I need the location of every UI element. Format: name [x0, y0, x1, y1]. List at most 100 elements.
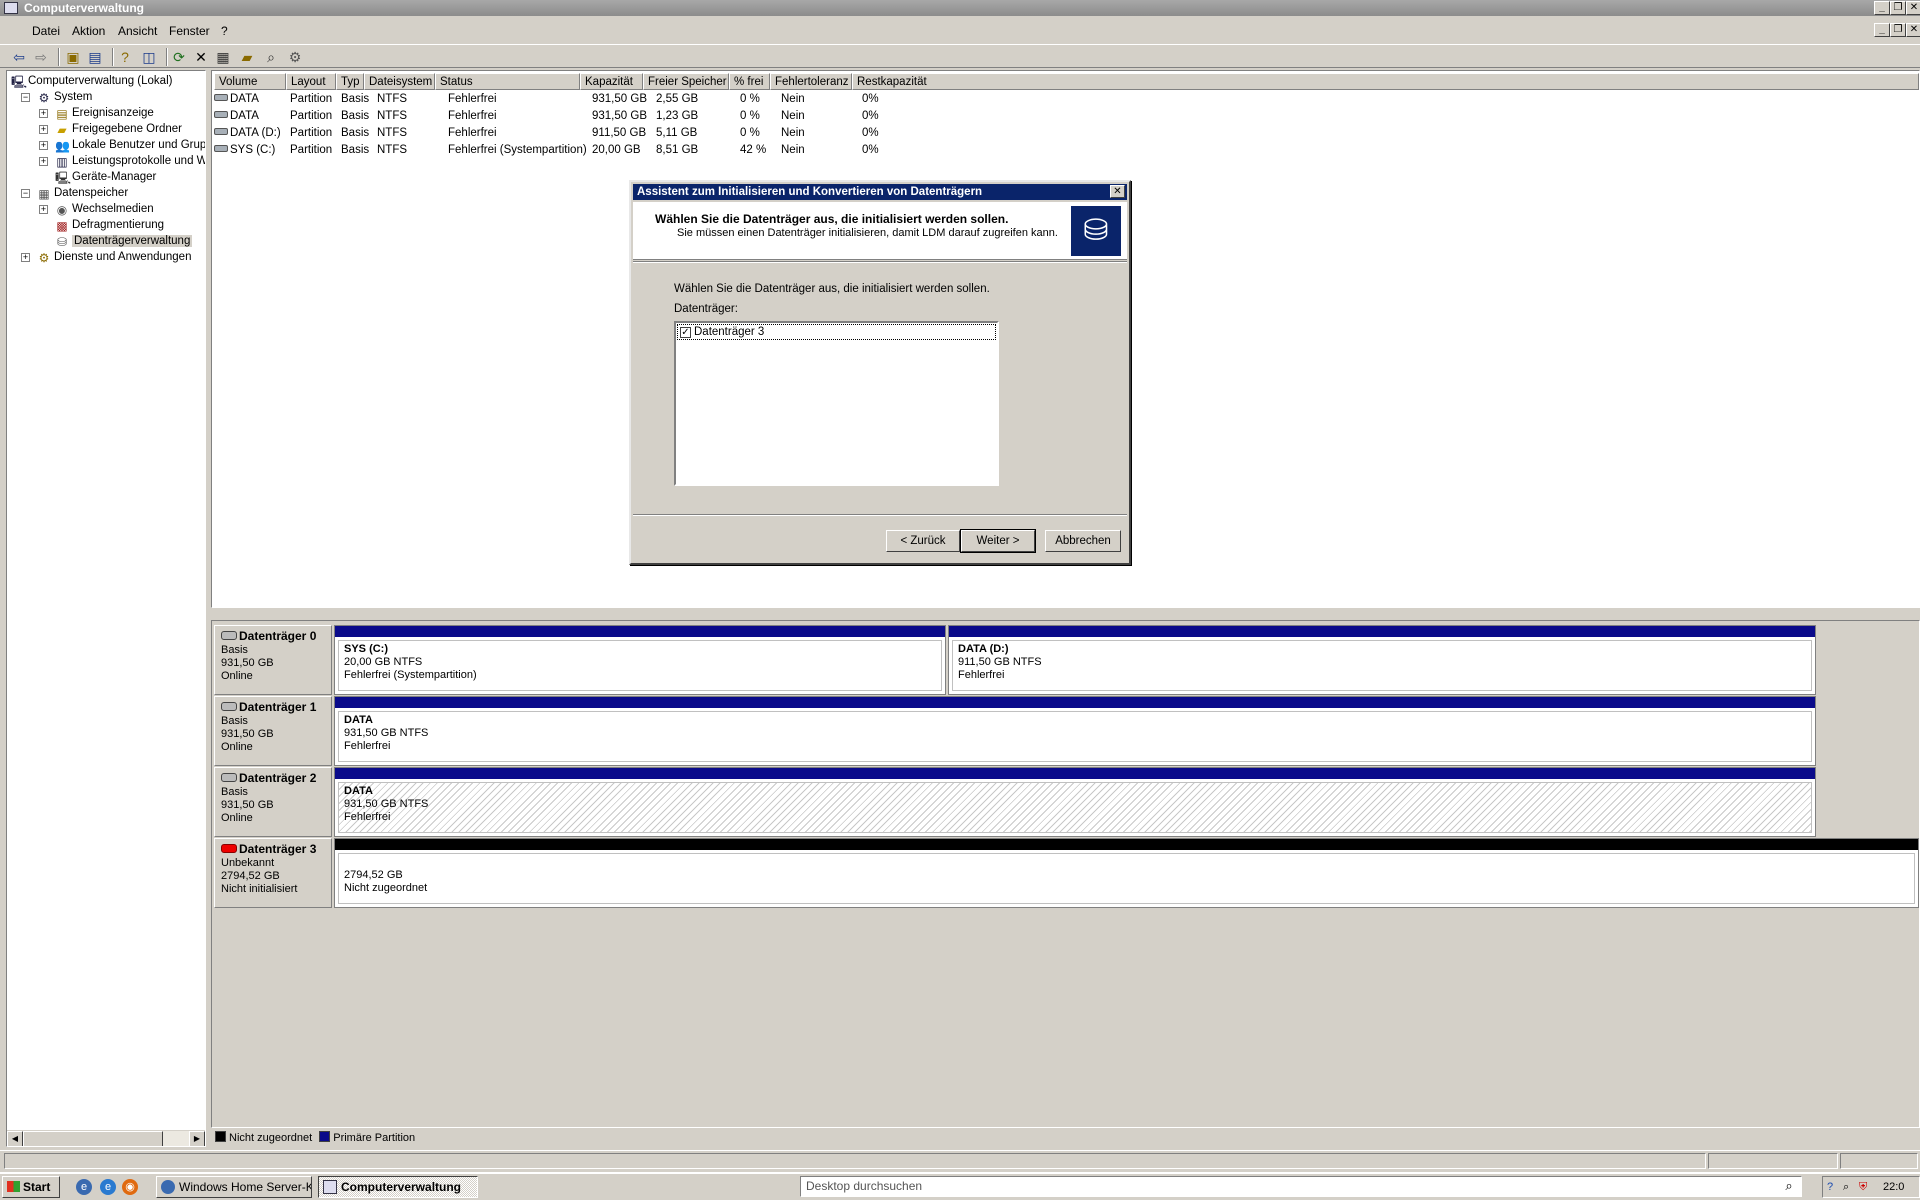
- cancel-button[interactable]: Abbrechen: [1045, 530, 1121, 552]
- column-header-kapazitaet[interactable]: Kapazität: [580, 73, 643, 90]
- help-icon[interactable]: ?: [116, 48, 134, 66]
- help-tray-icon[interactable]: ?: [1827, 1177, 1833, 1197]
- menu-fenster[interactable]: Fenster: [169, 24, 210, 38]
- partition-sys-c[interactable]: SYS (C:) 20,00 GB NTFS Fehlerfrei (Syste…: [334, 625, 946, 695]
- primary-partition-bar: [335, 768, 1815, 779]
- mdi-minimize-button[interactable]: _: [1874, 23, 1890, 37]
- start-button[interactable]: Start: [2, 1176, 60, 1198]
- partition-data-d[interactable]: DATA (D:) 911,50 GB NTFS Fehlerfrei: [948, 625, 1816, 695]
- show-tree-icon[interactable]: ▤: [86, 48, 104, 66]
- tree-item-system[interactable]: − ⚙ System: [21, 89, 92, 105]
- tree-item-defragmentierung[interactable]: ▩ Defragmentierung: [55, 217, 164, 233]
- column-header-freier-speicher[interactable]: Freier Speicher: [643, 73, 729, 90]
- search-tray-icon[interactable]: ⌕: [1843, 1177, 1849, 1197]
- task-button-home-server[interactable]: Windows Home Server-K...: [156, 1176, 312, 1198]
- restore-button[interactable]: ❐: [1890, 1, 1906, 15]
- disk-3-checkbox[interactable]: ✓: [680, 327, 691, 338]
- back-arrow-icon[interactable]: ⇦: [10, 48, 28, 66]
- clock[interactable]: 22:0: [1883, 1177, 1904, 1197]
- tree-item-freigegebene-ordner[interactable]: + ▰ Freigegebene Ordner: [39, 121, 182, 137]
- volume-row[interactable]: DATA Partition Basis NTFS Fehlerfrei 931…: [212, 108, 1212, 125]
- properties-pane-icon[interactable]: ◫: [140, 48, 158, 66]
- minimize-button[interactable]: _: [1874, 1, 1890, 15]
- menu-help[interactable]: ?: [221, 24, 228, 38]
- window-title-bar[interactable]: Computerverwaltung _ ❐ ✕: [0, 0, 1920, 16]
- tree-item-leistungsprotokolle[interactable]: + ▥ Leistungsprotokolle und War: [39, 153, 205, 169]
- scroll-right-icon[interactable]: ▶: [189, 1131, 205, 1146]
- properties-icon[interactable]: ▦: [214, 48, 232, 66]
- quicklaunch-ie-icon[interactable]: e: [76, 1179, 92, 1195]
- disk-label-1[interactable]: Datenträger 1 Basis 931,50 GB Online: [214, 696, 332, 766]
- alert-tray-icon[interactable]: ⛨: [1859, 1177, 1867, 1197]
- tree-item-geraete-manager[interactable]: 🖳Geräte-Manager: [55, 169, 156, 185]
- mdi-restore-button[interactable]: ❐: [1890, 23, 1906, 37]
- dialog-title-bar[interactable]: Assistent zum Initialisieren und Konvert…: [633, 184, 1127, 200]
- mdi-close-button[interactable]: ✕: [1906, 23, 1920, 37]
- search-icon[interactable]: ⌕: [1780, 1178, 1798, 1194]
- divider: [633, 261, 1127, 263]
- tree-item-datentraegerverwaltung[interactable]: ⛁ Datenträgerverwaltung: [55, 233, 193, 249]
- search-icon[interactable]: ⌕: [262, 48, 280, 66]
- quicklaunch-firefox-icon[interactable]: ◉: [122, 1179, 138, 1195]
- volume-row[interactable]: DATA Partition Basis NTFS Fehlerfrei 931…: [212, 91, 1212, 108]
- menu-ansicht[interactable]: Ansicht: [118, 24, 157, 38]
- column-header-restkapazitaet[interactable]: Restkapazität: [852, 73, 1919, 90]
- expand-icon[interactable]: +: [39, 125, 48, 134]
- fehlertoleranz-cell: Nein: [781, 110, 805, 122]
- menu-datei[interactable]: Datei: [32, 24, 60, 38]
- quicklaunch-browser-icon[interactable]: e: [100, 1179, 116, 1195]
- task-button-computerverwaltung[interactable]: Computerverwaltung: [318, 1176, 478, 1198]
- expand-icon[interactable]: +: [39, 109, 48, 118]
- primary-partition-bar: [335, 697, 1815, 708]
- column-header-dateisystem[interactable]: Dateisystem: [364, 73, 435, 90]
- tree-item-lokale-benutzer[interactable]: + 👥 Lokale Benutzer und Gruppe: [39, 137, 205, 153]
- scroll-thumb[interactable]: [23, 1131, 163, 1146]
- scroll-left-icon[interactable]: ◀: [7, 1131, 23, 1146]
- back-button[interactable]: < Zurück: [886, 530, 960, 552]
- settings-icon[interactable]: ⚙: [286, 48, 304, 66]
- column-header-prozent-frei[interactable]: % frei: [729, 73, 770, 90]
- disk-label-3[interactable]: Datenträger 3 Unbekannt 2794,52 GB Nicht…: [214, 838, 332, 908]
- tree-item-dienste[interactable]: + ⚙ Dienste und Anwendungen: [21, 249, 191, 265]
- expand-icon[interactable]: +: [39, 205, 48, 214]
- close-button[interactable]: ✕: [1906, 1, 1920, 15]
- menu-aktion[interactable]: Aktion: [72, 24, 105, 38]
- delete-icon[interactable]: ✕: [192, 48, 210, 66]
- tree-horizontal-scrollbar[interactable]: ◀ ▶: [7, 1130, 205, 1146]
- collapse-icon[interactable]: −: [21, 189, 30, 198]
- expand-icon[interactable]: +: [39, 141, 48, 150]
- expand-icon[interactable]: +: [21, 253, 30, 262]
- forward-arrow-icon[interactable]: ⇨: [32, 48, 50, 66]
- disk-list-item[interactable]: ✓ Datenträger 3: [677, 324, 996, 340]
- column-header-volume[interactable]: Volume: [214, 73, 286, 90]
- refresh-icon[interactable]: ⟳: [170, 48, 188, 66]
- typ-cell: Basis: [341, 93, 370, 105]
- up-folder-icon[interactable]: ▣: [64, 48, 82, 66]
- volume-row[interactable]: SYS (C:) Partition Basis NTFS Fehlerfrei…: [212, 142, 1212, 159]
- column-header-layout[interactable]: Layout: [286, 73, 336, 90]
- tree-item-wechselmedien[interactable]: + ◉ Wechselmedien: [39, 201, 154, 217]
- legend: Nicht zugeordnet Primäre Partition: [211, 1129, 1920, 1147]
- collapse-icon[interactable]: −: [21, 93, 30, 102]
- tree-item-datenspeicher[interactable]: − ▦ Datenspeicher: [21, 185, 128, 201]
- volume-row[interactable]: DATA (D:) Partition Basis NTFS Fehlerfre…: [212, 125, 1212, 142]
- partition-data-disk1[interactable]: DATA 931,50 GB NTFS Fehlerfrei: [334, 696, 1816, 766]
- disk-icon: [221, 631, 237, 640]
- disk-label-0[interactable]: Datenträger 0 Basis 931,50 GB Online: [214, 625, 332, 695]
- open-folder-icon[interactable]: ▰: [238, 48, 256, 66]
- unallocated-bar: [335, 839, 1918, 850]
- expand-icon[interactable]: +: [39, 157, 48, 166]
- partition-data-disk2[interactable]: DATA 931,50 GB NTFS Fehlerfrei: [334, 767, 1816, 837]
- disk-label-2[interactable]: Datenträger 2 Basis 931,50 GB Online: [214, 767, 332, 837]
- tree-item-root[interactable]: 🖳Computerverwaltung (Lokal): [11, 73, 172, 89]
- dialog-close-button[interactable]: ✕: [1110, 185, 1125, 198]
- column-header-fehlertoleranz[interactable]: Fehlertoleranz: [770, 73, 852, 90]
- init-disk-wizard-dialog: Assistent zum Initialisieren und Konvert…: [629, 180, 1131, 565]
- disk-checklist[interactable]: ✓ Datenträger 3: [674, 321, 999, 486]
- partition-unallocated-disk3[interactable]: 2794,52 GB Nicht zugeordnet: [334, 838, 1919, 908]
- next-button[interactable]: Weiter >: [960, 529, 1036, 553]
- column-header-status[interactable]: Status: [435, 73, 580, 90]
- desktop-search-input[interactable]: Desktop durchsuchen: [800, 1176, 1802, 1197]
- column-header-typ[interactable]: Typ: [336, 73, 364, 90]
- tree-item-ereignisanzeige[interactable]: + ▤ Ereignisanzeige: [39, 105, 154, 121]
